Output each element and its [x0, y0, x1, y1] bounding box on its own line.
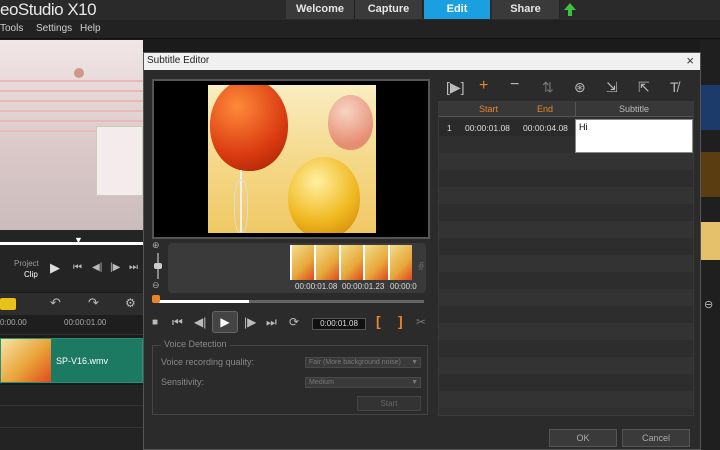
- filmstrip-timecode-1: 00:00:01.08: [295, 282, 338, 291]
- library-strip: ⊖: [700, 40, 720, 450]
- timecode-offset-icon[interactable]: ⊛: [574, 79, 586, 96]
- filmstrip-frame: [314, 245, 339, 280]
- filmstrip-end-icon: ∯: [418, 261, 425, 270]
- remove-subtitle-icon[interactable]: −: [510, 76, 519, 94]
- redo-icon[interactable]: ↷: [88, 295, 99, 311]
- ruler-time-0: 0:00.00: [0, 318, 27, 327]
- upload-arrow-icon[interactable]: [563, 2, 577, 17]
- filmstrip-frame: [387, 245, 413, 280]
- timeline-tracks: [0, 385, 143, 450]
- app-title: eoStudio X10: [0, 0, 97, 19]
- header-start: Start: [479, 104, 499, 114]
- menu-tools[interactable]: Tools: [0, 23, 23, 34]
- row-start[interactable]: 00:00:01.08: [465, 123, 510, 133]
- tab-capture[interactable]: Capture: [355, 0, 423, 19]
- chevron-down-icon: ▼: [411, 359, 418, 366]
- repeat-icon[interactable]: ⟳: [289, 315, 299, 329]
- row-end[interactable]: 00:00:04.08: [523, 123, 568, 133]
- tab-share[interactable]: Share: [492, 0, 560, 19]
- timeline-ruler[interactable]: 0:00.00 00:00:01.00: [0, 315, 143, 335]
- storyboard-view-icon[interactable]: [0, 298, 16, 310]
- record-capture-icon[interactable]: ⚙: [125, 296, 136, 310]
- video-frame-image: [208, 85, 376, 233]
- skip-start-icon[interactable]: ⏮: [73, 262, 82, 273]
- import-subtitle-icon[interactable]: ⇲: [606, 79, 618, 96]
- ruler-time-1: 00:00:01.00: [64, 318, 107, 327]
- merge-subtitle-icon[interactable]: ⇅: [542, 79, 554, 96]
- menu-settings[interactable]: Settings: [36, 23, 72, 34]
- clip-label[interactable]: Clip: [24, 270, 38, 279]
- skip-start-icon[interactable]: ⏮: [172, 315, 183, 330]
- dialog-titlebar: Subtitle Editor ×: [144, 53, 700, 70]
- play-button[interactable]: ▶: [212, 311, 238, 333]
- preview-controls: ▼ Project Clip ▶ ⏮ ◀| |▶ ⏭: [0, 230, 143, 292]
- main-preview: [0, 40, 143, 230]
- subtitle-editor-dialog: Subtitle Editor × ⊕ ⊖ ∯ 00:00:01.08 00:0…: [143, 52, 701, 450]
- chevron-down-icon: ▼: [411, 379, 418, 386]
- scrubber-bar[interactable]: [154, 300, 424, 303]
- project-label[interactable]: Project: [14, 259, 39, 268]
- zoom-out-icon[interactable]: ⊖: [704, 298, 713, 311]
- add-subtitle-icon[interactable]: +: [479, 77, 488, 95]
- filmstrip-frame: [363, 245, 388, 280]
- zoom-handle[interactable]: [154, 263, 162, 269]
- voice-quality-select[interactable]: Fair (More background noise) ▼: [305, 357, 421, 368]
- tab-edit[interactable]: Edit: [424, 0, 491, 19]
- filmstrip-frame: [338, 245, 364, 280]
- filmstrip-timecode-2: 00:00:01.23: [342, 282, 385, 291]
- skip-end-icon[interactable]: ⏭: [266, 315, 277, 330]
- export-subtitle-icon[interactable]: ⇱: [638, 79, 650, 96]
- mark-out-icon[interactable]: ]: [398, 313, 403, 329]
- skip-end-icon[interactable]: ⏭: [129, 262, 138, 273]
- zoom-out-small-icon[interactable]: ⊖: [152, 280, 160, 291]
- close-icon[interactable]: ×: [686, 53, 694, 68]
- cancel-button[interactable]: Cancel: [622, 429, 690, 447]
- sensitivity-select[interactable]: Medium ▼: [305, 377, 421, 388]
- header-subtitle: Subtitle: [619, 104, 650, 114]
- stop-icon[interactable]: ■: [152, 317, 158, 328]
- header-end: End: [537, 104, 554, 114]
- dialog-title: Subtitle Editor: [147, 55, 210, 66]
- clip-name: SP-V16.wmv: [56, 356, 109, 366]
- step-back-icon[interactable]: ◀|: [92, 262, 102, 273]
- voice-quality-label: Voice recording quality:: [161, 357, 255, 367]
- play-subtitle-icon[interactable]: [▶]: [446, 79, 465, 96]
- timecode-field[interactable]: 0:00:01.08: [312, 318, 366, 330]
- step-forward-icon[interactable]: |▶: [244, 315, 256, 329]
- scissors-icon[interactable]: ✂: [416, 315, 426, 329]
- start-detection-button[interactable]: Start: [357, 396, 421, 411]
- scrubber-handle[interactable]: [152, 295, 160, 303]
- filmstrip-frame: [290, 245, 315, 280]
- timeline-toolbar: ↶ ↷ ⚙: [0, 293, 143, 315]
- step-forward-icon[interactable]: |▶: [110, 262, 120, 273]
- subtitle-text-field[interactable]: Hi: [575, 119, 693, 153]
- sensitivity-label: Sensitivity:: [161, 377, 205, 387]
- text-options-icon[interactable]: T̸: [670, 79, 679, 95]
- timeline-clip[interactable]: SP-V16.wmv: [0, 338, 143, 383]
- row-index: 1: [447, 123, 452, 133]
- menu-bar: Tools Settings Help: [0, 20, 720, 39]
- top-bar: eoStudio X10 Welcome Capture Edit Share: [0, 0, 720, 20]
- step-back-icon[interactable]: ◀|: [194, 315, 206, 329]
- playhead-marker-icon[interactable]: ▼: [74, 235, 83, 245]
- voice-quality-value: Fair (More background noise): [309, 359, 401, 366]
- sensitivity-value: Medium: [309, 379, 334, 386]
- voice-detection-legend: Voice Detection: [161, 339, 230, 349]
- video-preview: [152, 79, 430, 239]
- tab-welcome[interactable]: Welcome: [286, 0, 355, 19]
- zoom-in-icon[interactable]: ⊕: [152, 240, 160, 251]
- menu-help[interactable]: Help: [80, 23, 101, 34]
- subtitle-table: Start End Subtitle 1 00:00:01.08 00:00:0…: [438, 101, 694, 416]
- mark-in-icon[interactable]: [: [376, 313, 381, 329]
- undo-icon[interactable]: ↶: [50, 295, 61, 311]
- filmstrip[interactable]: [290, 245, 413, 280]
- play-icon[interactable]: ▶: [50, 260, 60, 276]
- table-header: Start End Subtitle: [439, 102, 693, 117]
- scrubber-fill: [154, 300, 249, 303]
- ok-button[interactable]: OK: [549, 429, 617, 447]
- zoom-slider[interactable]: ⊕ ⊖: [152, 240, 164, 293]
- filmstrip-timecode-3: 00:00:0: [390, 282, 417, 291]
